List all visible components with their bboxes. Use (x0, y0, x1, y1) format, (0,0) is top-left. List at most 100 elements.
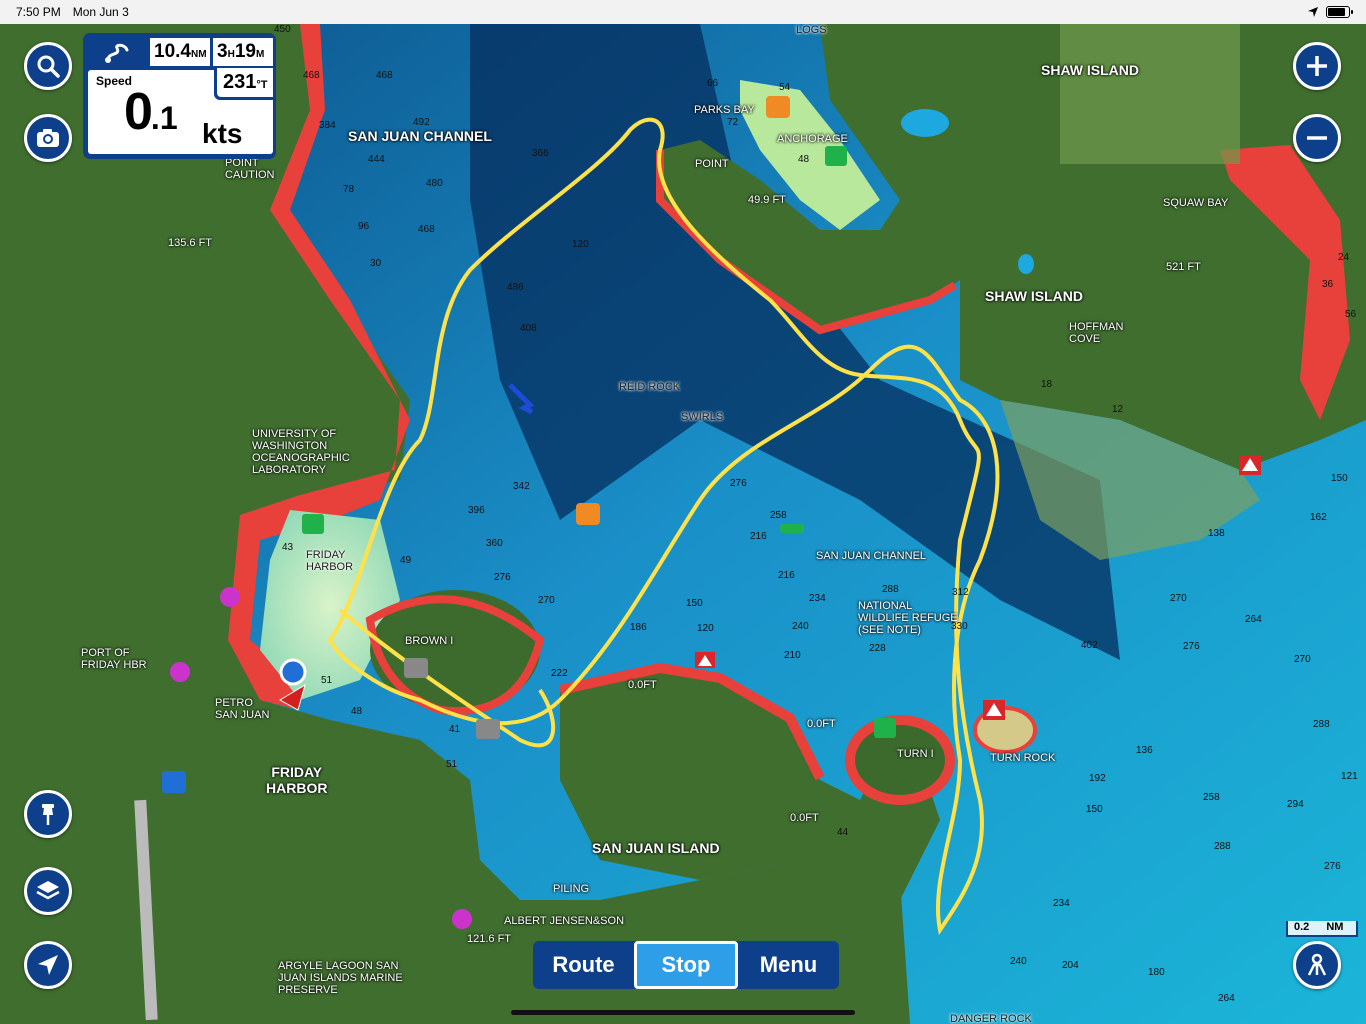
depth-sounding: 240 (792, 621, 809, 632)
depth-sounding: 228 (869, 643, 886, 654)
anchorage-marker[interactable] (302, 514, 324, 534)
route-button[interactable]: Route (533, 941, 634, 989)
depth-sounding: 402 (1081, 640, 1098, 651)
depth-sounding: 121 (1341, 771, 1358, 782)
account-button[interactable] (1293, 941, 1341, 989)
depth-sounding: 180 (1148, 967, 1165, 978)
speed-value: 0.1 (124, 82, 178, 142)
zoom-in-button[interactable] (1293, 42, 1341, 90)
distance-unit: NM (190, 49, 207, 60)
label-turn-island: TURN I (897, 748, 934, 760)
hazard-marker[interactable] (1239, 455, 1261, 475)
label-0ft-a: 0.0FT (628, 679, 657, 691)
depth-sounding: 222 (551, 668, 568, 679)
label-petro: PETRO SAN JUAN (215, 697, 270, 721)
buoy-marker[interactable] (780, 524, 804, 533)
hazard-marker[interactable] (983, 700, 1005, 720)
search-icon (37, 55, 60, 78)
depth-sounding: 444 (368, 154, 385, 165)
label-point-caution: POINT CAUTION (225, 157, 275, 181)
depth-sounding: 408 (520, 323, 537, 334)
speed-int: 0 (124, 83, 153, 141)
anchorage-marker[interactable] (825, 146, 847, 166)
label-friday-harbor-town: FRIDAY HARBOR (266, 764, 328, 796)
label-albert-jensen: ALBERT JENSEN&SON (504, 915, 625, 927)
depth-sounding: 49 (400, 555, 412, 566)
depth-sounding: 270 (1170, 593, 1187, 604)
turn-island (845, 715, 955, 805)
search-button[interactable] (24, 42, 72, 90)
home-indicator[interactable] (511, 1010, 855, 1015)
camera-icon (37, 129, 59, 147)
depth-sounding: 240 (1010, 956, 1027, 967)
label-port-of-friday: PORT OF FRIDAY HBR (81, 647, 147, 671)
status-date: Mon Jun 3 (72, 5, 129, 19)
camera-button[interactable] (24, 114, 72, 162)
menu-button[interactable]: Menu (738, 941, 839, 989)
position-pin[interactable] (279, 658, 307, 686)
zoom-out-button[interactable] (1293, 114, 1341, 162)
shop-marker[interactable] (162, 771, 186, 793)
depth-sounding: 288 (882, 584, 899, 595)
person-icon (1307, 953, 1327, 976)
depth-sounding: 162 (1310, 512, 1327, 523)
stop-button[interactable]: Stop (634, 941, 738, 989)
label-reid-rock: REID ROCK (619, 381, 681, 393)
label-turn-rock: TURN ROCK (990, 752, 1056, 764)
depth-sounding: 384 (319, 120, 336, 131)
depth-sounding: 312 (952, 587, 969, 598)
layers-button[interactable] (24, 867, 72, 915)
depth-sounding: 12 (1112, 404, 1124, 415)
hazard-marker[interactable] (695, 652, 715, 668)
status-time: 7:50 PM (16, 5, 61, 19)
label-friday-harbor-water: FRIDAY HARBOR (306, 549, 354, 573)
eta-readout: 3H19M (213, 38, 273, 66)
depth-sounding: 276 (1183, 641, 1200, 652)
depth-sounding: 136 (1136, 745, 1153, 756)
eta-hours: 3 (217, 41, 228, 62)
marina-marker[interactable] (220, 587, 240, 607)
anchorage-marker[interactable] (874, 718, 896, 738)
eta-minutes: 19 (234, 41, 256, 62)
pin-button[interactable] (24, 790, 72, 838)
marina-marker[interactable] (452, 909, 472, 929)
bottom-toolbar: Route Stop Menu (533, 941, 839, 989)
current-marker[interactable] (576, 503, 600, 525)
label-university: UNIVERSITY OF WASHINGTON OCEANOGRAPHIC L… (252, 428, 350, 476)
farmland (1060, 24, 1240, 164)
navigation-data-panel[interactable]: 10.4NM 3H19M Speed 0.1 kts 231°T (83, 33, 276, 159)
depth-sounding: 276 (1324, 861, 1341, 872)
depth-sounding: 330 (951, 621, 968, 632)
comment-marker[interactable] (404, 658, 428, 678)
speed-readout: Speed 0.1 kts 231°T (88, 68, 276, 154)
depth-sounding: 150 (686, 598, 703, 609)
label-shaw-island-1: SHAW ISLAND (1041, 62, 1139, 78)
label-point: POINT (695, 158, 729, 170)
depth-sounding: 270 (538, 595, 555, 606)
heading-readout: 231°T (214, 68, 276, 100)
depth-sounding: 54 (779, 82, 791, 93)
depth-sounding: 51 (446, 759, 458, 770)
heading-unit: °T (256, 79, 268, 91)
depth-sounding: 288 (1214, 841, 1231, 852)
depth-sounding: 396 (468, 505, 485, 516)
label-logs: LOGS (796, 24, 827, 36)
label-squaw-bay: SQUAW BAY (1163, 197, 1229, 209)
scale-value: 0.2 (1294, 921, 1310, 933)
pond (1018, 254, 1034, 274)
comment-marker[interactable] (476, 719, 500, 739)
label-135-ft: 135.6 FT (168, 237, 213, 249)
label-brown-island: BROWN I (405, 635, 454, 647)
eta-minutes-unit: M (255, 49, 265, 60)
minus-icon (1307, 136, 1327, 140)
label-hoffman-cove: HOFFMAN COVE (1069, 321, 1124, 345)
current-marker[interactable] (766, 96, 790, 118)
depth-sounding: 56 (1345, 309, 1357, 320)
depth-sounding: 294 (1287, 799, 1304, 810)
locate-button[interactable] (24, 941, 72, 989)
label-121-ft: 121.6 FT (467, 933, 512, 945)
depth-sounding: 72 (727, 117, 739, 128)
depth-sounding: 468 (303, 70, 320, 81)
marina-marker[interactable] (170, 662, 190, 682)
status-bar: 7:50 PM Mon Jun 3 (0, 0, 1366, 24)
